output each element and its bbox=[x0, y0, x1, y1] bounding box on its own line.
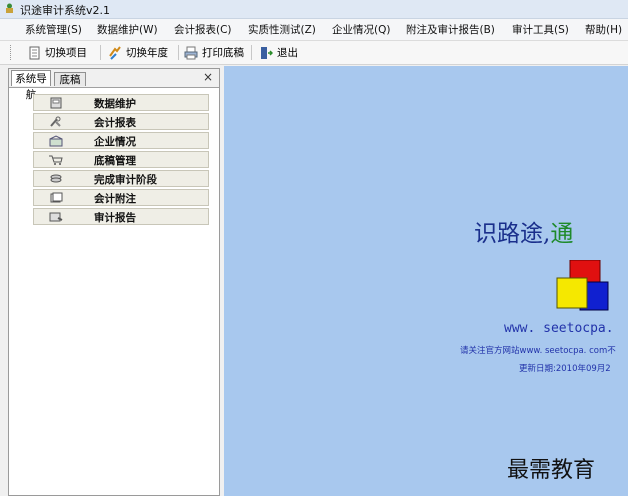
menu-notes-reports[interactable]: 附注及审计报告(B) bbox=[406, 22, 495, 37]
menu-data[interactable]: 数据维护(W) bbox=[97, 22, 158, 37]
toolbar-grip[interactable] bbox=[10, 45, 13, 60]
toolbar-separator bbox=[100, 45, 101, 60]
print-draft-label: 打印底稿 bbox=[202, 47, 244, 59]
stack-icon bbox=[50, 174, 62, 183]
slogan-main: 识路途, bbox=[474, 221, 551, 247]
nav-item-label: 会计附注 bbox=[94, 193, 136, 205]
nav-item-label: 会计报表 bbox=[94, 117, 136, 129]
nav-item-label: 底稿管理 bbox=[94, 155, 136, 167]
toolbar-separator bbox=[178, 45, 179, 60]
tab-system-navigation[interactable]: 系统导航 bbox=[11, 70, 51, 101]
nav-item-label: 数据维护 bbox=[94, 98, 136, 110]
tab-draft[interactable]: 底稿 bbox=[54, 72, 86, 86]
navigation-panel: 系统导航 底稿 × 数据维护 会计报表 企业情况 底稿管理 完成审计阶段 会计附… bbox=[8, 68, 220, 496]
nav-item-draft-management[interactable]: 底稿管理 bbox=[33, 151, 209, 168]
nav-item-label: 审计报告 bbox=[94, 212, 136, 224]
exit-label: 退出 bbox=[277, 47, 298, 59]
menu-bar: 系统管理(S) 数据维护(W) 会计报表(C) 实质性测试(Z) 企业情况(Q)… bbox=[0, 19, 628, 41]
nav-list: 数据维护 会计报表 企业情况 底稿管理 完成审计阶段 会计附注 审计报告 bbox=[33, 94, 209, 227]
printer-icon bbox=[184, 46, 198, 59]
watermark: 最需教育 bbox=[507, 458, 596, 483]
panel-tab-bar: 系统导航 底稿 × bbox=[9, 69, 219, 101]
title-bar: 识途审计系统v2.1 bbox=[0, 0, 628, 19]
document-icon bbox=[29, 46, 40, 59]
toolbar: 切换项目 切换年度 打印底稿 退出 bbox=[0, 41, 628, 65]
window-title: 识途审计系统v2.1 bbox=[20, 4, 111, 17]
nav-item-audit-report[interactable]: 审计报告 bbox=[33, 208, 209, 225]
switch-project-label: 切换项目 bbox=[45, 47, 87, 59]
exit-button[interactable]: 退出 bbox=[260, 44, 298, 61]
menu-reports[interactable]: 会计报表(C) bbox=[174, 22, 232, 37]
cart-icon bbox=[49, 155, 63, 165]
toolbar-separator bbox=[251, 45, 252, 60]
exit-door-icon bbox=[261, 46, 273, 59]
menu-enterprise[interactable]: 企业情况(Q) bbox=[332, 22, 390, 37]
menu-substantive-test[interactable]: 实质性测试(Z) bbox=[248, 22, 316, 37]
nav-item-complete-audit-phase[interactable]: 完成审计阶段 bbox=[33, 170, 209, 187]
slogan: 识路途,通 bbox=[474, 214, 573, 248]
slogan-tail: 通 bbox=[550, 221, 574, 247]
print-draft-button[interactable]: 打印底稿 bbox=[184, 44, 244, 61]
pages-icon bbox=[50, 192, 63, 203]
menu-system[interactable]: 系统管理(S) bbox=[25, 22, 82, 37]
nav-item-data-maintenance[interactable]: 数据维护 bbox=[33, 94, 209, 111]
close-icon[interactable]: × bbox=[203, 71, 213, 84]
arrows-icon bbox=[109, 45, 121, 60]
website-notice: 请关注官方网站www. seetocpa. com不 bbox=[460, 346, 616, 356]
nav-item-label: 企业情况 bbox=[94, 136, 136, 148]
update-date: 更新日期:2010年09月2 bbox=[519, 364, 611, 374]
nav-item-label: 完成审计阶段 bbox=[94, 174, 157, 186]
switch-year-label: 切换年度 bbox=[126, 47, 168, 59]
menu-tools[interactable]: 审计工具(S) bbox=[512, 22, 569, 37]
nav-item-enterprise-info[interactable]: 企业情况 bbox=[33, 132, 209, 149]
nav-item-accounting-reports[interactable]: 会计报表 bbox=[33, 113, 209, 130]
website-url: www. seetocpa. bbox=[504, 321, 614, 336]
tools-icon bbox=[50, 116, 61, 127]
brand-logo-icon bbox=[556, 260, 609, 311]
main-splash-area: 识路途,通 www. seetocpa. 请关注官方网站www. seetocp… bbox=[224, 66, 628, 496]
switch-year-button[interactable]: 切换年度 bbox=[108, 44, 168, 61]
app-icon bbox=[6, 3, 13, 13]
nav-item-accounting-notes[interactable]: 会计附注 bbox=[33, 189, 209, 206]
report-icon bbox=[49, 212, 63, 222]
menu-help[interactable]: 帮助(H) bbox=[585, 22, 622, 37]
switch-project-button[interactable]: 切换项目 bbox=[28, 44, 87, 61]
building-icon bbox=[49, 135, 63, 147]
disk-icon bbox=[50, 97, 62, 109]
